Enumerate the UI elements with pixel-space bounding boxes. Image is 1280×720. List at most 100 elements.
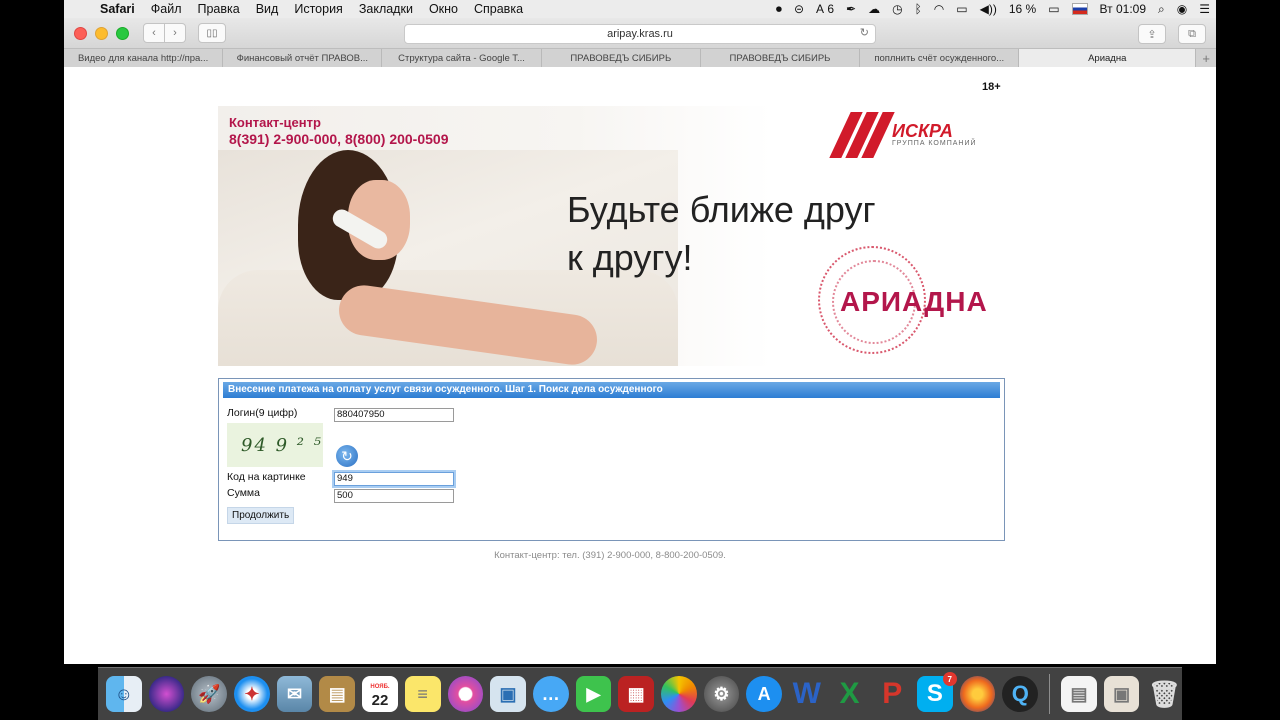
finder-icon[interactable]: ☺: [106, 676, 142, 712]
sum-label: Сумма: [227, 487, 260, 499]
tab-2[interactable]: Финансовый отчёт ПРАВОВ...: [223, 49, 383, 67]
ariadna-product-name: АРИАДНА: [840, 286, 988, 317]
menubar-clock[interactable]: Вт 01:09: [1094, 2, 1152, 16]
macos-menubar: Safari Файл Правка Вид История Закладки …: [64, 0, 1216, 19]
battery-icon: ▭: [1048, 2, 1060, 16]
zoom-window-button[interactable]: [116, 26, 129, 40]
tab-6[interactable]: поплнить счёт осужденного...: [860, 49, 1020, 67]
new-tab-button[interactable]: +: [1196, 49, 1216, 67]
spotlight-icon[interactable]: ⌕: [1152, 2, 1171, 17]
record-icon[interactable]: ⏺: [770, 2, 788, 17]
back-button[interactable]: ‹: [143, 23, 165, 43]
calendar-icon[interactable]: НОЯБ. 22: [362, 676, 398, 712]
downloads-stack-icon[interactable]: ▣: [1103, 676, 1140, 712]
powerpoint-icon[interactable]: P: [874, 676, 910, 712]
preview-icon[interactable]: ▣: [490, 676, 526, 712]
menubar-status-area: ⏺ ⊝ A 6 ✒ ☁ ◷ ᛒ ◠ ▭ ◀)) 16 % ▭ Вт 01:09 …: [770, 2, 1216, 17]
notification-center-icon[interactable]: ☰: [1193, 2, 1216, 16]
iskra-logo-mark-icon: [829, 112, 895, 158]
toolbar-right-buttons: ⇪ ⧉: [1138, 24, 1206, 44]
input-source-flag-icon[interactable]: [1066, 3, 1094, 15]
contact-center-phones: 8(391) 2-900-000, 8(800) 200-0509: [229, 131, 449, 147]
login-input[interactable]: 880407950: [334, 408, 454, 422]
safari-dock-icon[interactable]: ✦: [234, 676, 270, 712]
contact-center-title: Контакт-центр: [229, 115, 321, 130]
system-preferences-icon[interactable]: ⚙: [703, 676, 740, 712]
tab-1[interactable]: Видео для канала http://пра...: [64, 49, 224, 67]
calendar-day: 22: [371, 692, 389, 709]
menu-view[interactable]: Вид: [248, 2, 287, 16]
captcha-refresh-icon[interactable]: ↻: [336, 445, 358, 467]
minimize-window-button[interactable]: [95, 26, 108, 40]
captcha-code-input[interactable]: 949: [334, 472, 454, 486]
menu-bookmarks[interactable]: Закладки: [351, 2, 421, 16]
tab-bar: Видео для канала http://пра... Финансовы…: [64, 49, 1216, 68]
menu-window[interactable]: Окно: [421, 2, 466, 16]
launchpad-icon[interactable]: 🚀: [191, 676, 228, 712]
message-icon[interactable]: ⊝: [788, 2, 810, 16]
captcha-image: 94 9 ² ⁵: [227, 423, 323, 467]
sidebar-toggle-button[interactable]: ▯▯: [198, 23, 226, 43]
tab-4[interactable]: ПРАВОВЕДЪ СИБИРЬ: [542, 49, 701, 67]
tab-3[interactable]: Структура сайта - Google T...: [382, 49, 542, 67]
web-page: 18+ Контакт-центр 8(391) 2-900-000, 8(80…: [64, 67, 1216, 664]
reload-icon[interactable]: ↻: [860, 26, 869, 39]
payment-form: Внесение платежа на оплату услуг связи о…: [218, 378, 1005, 541]
tab-7-active[interactable]: Ариадна: [1019, 49, 1197, 67]
photo-booth-icon[interactable]: ▦: [618, 676, 654, 712]
skype-badge: 7: [942, 672, 957, 686]
form-heading: Внесение платежа на оплату услуг связи о…: [223, 382, 1000, 398]
adobe-icon[interactable]: A 6: [810, 2, 840, 16]
quicktime-icon[interactable]: Q: [1002, 676, 1039, 712]
adobe-count: 6: [827, 2, 835, 16]
wifi-icon[interactable]: ◠: [928, 2, 950, 16]
document-stack-icon[interactable]: ▤: [1061, 676, 1097, 712]
dock-separator: [1049, 674, 1051, 714]
facetime-icon[interactable]: ▶: [575, 676, 612, 712]
share-button[interactable]: ⇪: [1138, 24, 1166, 44]
time-machine-icon[interactable]: ◷: [886, 2, 908, 16]
show-tabs-button[interactable]: ⧉: [1178, 24, 1206, 44]
sum-input[interactable]: 500: [334, 489, 454, 503]
evernote-icon[interactable]: ✒: [840, 2, 862, 16]
address-bar[interactable]: aripay.kras.ru ↻: [404, 24, 876, 44]
excel-icon[interactable]: X: [832, 676, 868, 712]
menu-history[interactable]: История: [286, 2, 350, 16]
banner-contact: Контакт-центр 8(391) 2-900-000, 8(800) 2…: [229, 115, 449, 147]
siri-dock-icon[interactable]: [148, 676, 185, 712]
browser-toolbar: ‹ › ▯▯ aripay.kras.ru ↻ ⇪ ⧉: [64, 18, 1216, 49]
notes-icon[interactable]: ≡: [404, 676, 441, 712]
word-icon[interactable]: W: [789, 676, 825, 712]
safari-window: ‹ › ▯▯ aripay.kras.ru ↻ ⇪ ⧉ Видео для ка…: [64, 18, 1216, 664]
bluetooth-icon[interactable]: ᛒ: [909, 2, 928, 16]
contacts-icon[interactable]: ▤: [319, 676, 356, 712]
iskra-logo-text: ИСКРА ГРУППА КОМПАНИЙ: [892, 121, 977, 147]
skype-icon[interactable]: S7: [917, 672, 957, 712]
firefox-icon[interactable]: [959, 676, 996, 712]
login-label: Логин(9 цифр): [227, 407, 298, 419]
window-controls: [74, 26, 129, 40]
menu-file[interactable]: Файл: [143, 2, 190, 16]
ariadna-banner: Контакт-центр 8(391) 2-900-000, 8(800) 2…: [218, 106, 1010, 366]
airplay-icon[interactable]: ▭: [950, 2, 973, 16]
menu-app-safari[interactable]: Safari: [92, 2, 143, 16]
age-rating-label: 18+: [982, 81, 1001, 93]
volume-icon[interactable]: ◀)): [974, 2, 1003, 16]
photos-icon[interactable]: [660, 676, 697, 712]
itunes-icon[interactable]: ♫: [447, 676, 484, 712]
cloud-icon[interactable]: ☁: [862, 2, 886, 16]
forward-button[interactable]: ›: [165, 23, 186, 43]
menu-edit[interactable]: Правка: [189, 2, 247, 16]
close-window-button[interactable]: [74, 26, 87, 40]
continue-button[interactable]: Продолжить: [227, 507, 295, 524]
mail-bird-icon[interactable]: ✉: [276, 676, 313, 712]
app-store-icon[interactable]: A: [746, 676, 782, 712]
trash-icon[interactable]: 🗑: [1146, 676, 1182, 712]
messages-icon[interactable]: …: [532, 676, 569, 712]
page-footer: Контакт-центр: тел. (391) 2-900-000, 8-8…: [494, 550, 726, 561]
siri-icon[interactable]: ◉: [1171, 2, 1193, 16]
tab-5[interactable]: ПРАВОВЕДЪ СИБИРЬ: [701, 49, 861, 67]
battery-percent[interactable]: 16 %: [1003, 2, 1042, 16]
menu-help[interactable]: Справка: [466, 2, 531, 16]
iskra-brand: ИСКРА: [892, 121, 953, 141]
